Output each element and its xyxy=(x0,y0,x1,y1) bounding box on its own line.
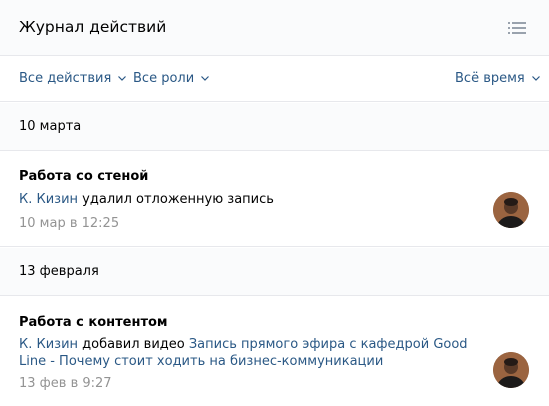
date-separator: 10 марта xyxy=(0,103,549,151)
entry-timestamp[interactable]: 10 мар в 12:25 xyxy=(19,216,119,231)
user-link[interactable]: К. Кизин xyxy=(19,192,78,207)
page-header: Журнал действий xyxy=(0,0,549,56)
entry-title: Работа со стеной xyxy=(19,169,149,184)
filter-time-dropdown[interactable]: Всё время xyxy=(455,71,540,86)
filter-actions-label: Все действия xyxy=(19,71,112,86)
action-text: удалил отложенную запись xyxy=(78,192,274,207)
filter-time-label: Всё время xyxy=(455,71,525,86)
entry-description: К. Кизин добавил видео Запись прямого эф… xyxy=(19,336,469,370)
date-separator: 13 февраля xyxy=(0,248,549,296)
chevron-down-icon xyxy=(201,76,210,81)
chevron-down-icon xyxy=(118,76,127,81)
filter-roles-dropdown[interactable]: Все роли xyxy=(133,71,210,86)
date-label: 13 февраля xyxy=(19,264,99,279)
filter-actions-dropdown[interactable]: Все действия xyxy=(19,71,127,86)
avatar[interactable] xyxy=(493,192,529,228)
avatar[interactable] xyxy=(493,352,529,388)
page-title: Журнал действий xyxy=(19,18,167,36)
action-text: добавил видео xyxy=(78,337,189,352)
entry-title: Работа с контентом xyxy=(19,315,168,330)
filter-roles-label: Все роли xyxy=(133,71,195,86)
log-entry: Работа со стеной К. Кизин удалил отложен… xyxy=(0,151,549,247)
chevron-down-icon xyxy=(531,76,540,81)
date-label: 10 марта xyxy=(19,119,82,134)
filters-bar: Все действия Все роли Всё время xyxy=(0,56,549,102)
list-icon[interactable] xyxy=(508,20,526,36)
entry-timestamp[interactable]: 13 фев в 9:27 xyxy=(19,376,112,391)
entry-description: К. Кизин удалил отложенную запись xyxy=(19,191,469,208)
user-link[interactable]: К. Кизин xyxy=(19,337,78,352)
log-entry: Работа с контентом К. Кизин добавил виде… xyxy=(0,297,549,406)
